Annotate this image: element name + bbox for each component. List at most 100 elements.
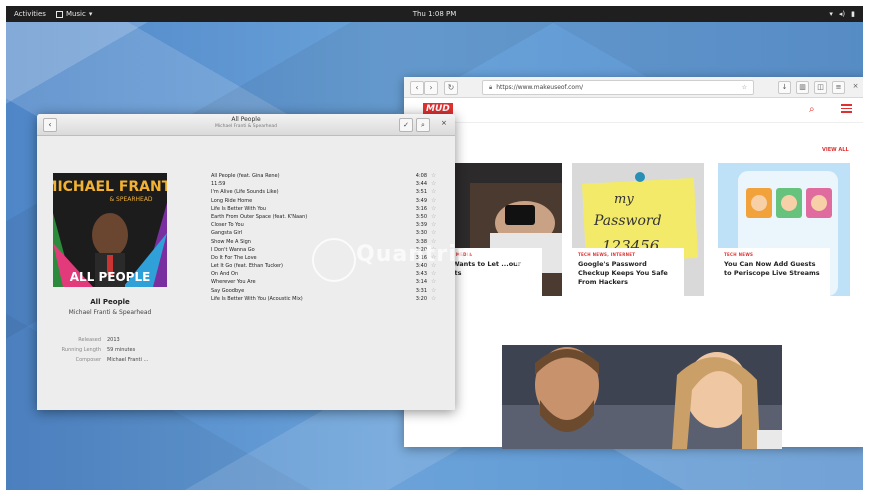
network-icon[interactable]: ▾: [829, 6, 833, 22]
track-title: All People (feat. Gina Rene): [211, 173, 280, 179]
star-icon[interactable]: ☆: [431, 270, 436, 278]
track-duration: 3:30: [415, 230, 427, 237]
track-title: Show Me A Sign: [211, 238, 251, 245]
track-row[interactable]: 11:59 3:44 ☆: [211, 180, 443, 188]
track-row[interactable]: Gangsta Girl 3:30 ☆: [211, 229, 443, 237]
track-title: Long Ride Home: [211, 197, 253, 204]
meta-label: Composer: [75, 357, 101, 363]
library-icon[interactable]: ▥: [796, 81, 809, 94]
music-header-bar: ‹ All People Michael Franti & Spearhead …: [37, 114, 455, 136]
track-duration: 3:51: [415, 189, 427, 196]
article-card[interactable]: TECH NEWS You Can Now Add Guests to Peri…: [718, 163, 850, 296]
cover-album-text: ALL PEOPLE: [70, 270, 151, 284]
top-bar: Activities Music ▾ Thu 1:08 PM ▾ ◂) ▮: [6, 6, 863, 22]
star-icon[interactable]: ☆: [431, 180, 436, 188]
view-all-link[interactable]: VIEW ALL: [822, 147, 849, 153]
volume-icon[interactable]: ◂): [839, 6, 845, 22]
couple-photo: [502, 345, 782, 449]
meta-label: Running Length: [61, 347, 101, 353]
meta-value: Michael Franti ...: [107, 357, 149, 363]
track-title: Life Is Better With You (Acoustic Mix): [211, 295, 303, 302]
cover-artist-text: MICHAEL FRANTI: [53, 179, 167, 195]
track-row[interactable]: Long Ride Home 3:49 ☆: [211, 197, 443, 205]
track-duration: 3:20: [415, 295, 427, 302]
track-title: Say Goodbye: [211, 287, 245, 294]
menu-icon[interactable]: ≡: [832, 81, 845, 94]
meta-value: 59 minutes: [107, 347, 136, 353]
search-button[interactable]: ⌕: [416, 118, 430, 132]
album-art: MICHAEL FRANTI & SPEARHEAD ALL PEOPLE: [53, 173, 167, 287]
track-list: All People (feat. Gina Rene) 4:08 ☆ 11:59 3…: [211, 172, 443, 303]
cover-band-text: & SPEARHEAD: [109, 196, 152, 203]
bookmark-star-icon[interactable]: ☆: [742, 81, 747, 94]
track-title: Do It For The Love: [211, 254, 257, 261]
track-row[interactable]: Earth From Outer Space (feat. K'Naan) 3:5…: [211, 213, 443, 221]
site-menu-icon[interactable]: [841, 104, 852, 113]
sidebar-icon[interactable]: ◫: [814, 81, 827, 94]
lock-icon: 🔒︎: [489, 84, 493, 91]
card-title: You Can Now Add Guests to Periscope Live…: [724, 260, 820, 277]
track-row[interactable]: Life Is Better With You 3:16 ☆: [211, 205, 443, 213]
track-duration: 3:39: [415, 222, 427, 229]
select-button[interactable]: ✓: [399, 118, 413, 132]
star-icon[interactable]: ☆: [431, 197, 436, 205]
forward-button[interactable]: ›: [424, 81, 438, 95]
track-title: Gangsta Girl: [211, 230, 243, 237]
track-title: On And On: [211, 271, 239, 278]
track-duration: 4:08: [415, 173, 427, 179]
track-duration: 3:50: [415, 213, 427, 220]
star-icon[interactable]: ☆: [431, 287, 436, 295]
track-row[interactable]: Life Is Better With You (Acoustic Mix) 3:…: [211, 295, 443, 303]
card-category: TECH NEWS, INTERNET: [578, 252, 636, 257]
track-title: 11:59: [211, 181, 226, 188]
star-icon[interactable]: ☆: [431, 221, 436, 229]
star-icon[interactable]: ☆: [431, 278, 436, 286]
note-word-my: my: [614, 192, 634, 207]
battery-icon[interactable]: ▮: [851, 6, 855, 22]
close-icon[interactable]: ×: [441, 119, 447, 127]
star-icon[interactable]: ☆: [431, 213, 436, 221]
track-title: Earth From Outer Space (feat. K'Naan): [211, 213, 308, 220]
track-row[interactable]: Say Goodbye 3:31 ☆: [211, 287, 443, 295]
star-icon[interactable]: ☆: [431, 172, 436, 180]
album-cover: MICHAEL FRANTI & SPEARHEAD ALL PEOPLE: [53, 173, 167, 287]
track-duration: 3:31: [415, 287, 427, 294]
note-word-password: Password: [593, 213, 662, 229]
watermark-text: Quantrimang: [356, 242, 530, 267]
close-icon[interactable]: ×: [850, 81, 861, 92]
watermark-bulb-icon: [312, 238, 356, 282]
header-title: All People: [231, 116, 261, 123]
track-duration: 3:14: [415, 279, 427, 286]
clock[interactable]: Thu 1:08 PM: [6, 6, 863, 22]
back-button[interactable]: ‹: [410, 81, 424, 95]
desktop: Activities Music ▾ Thu 1:08 PM ▾ ◂) ▮ ‹ …: [6, 6, 863, 490]
star-icon[interactable]: ☆: [431, 205, 436, 213]
url-text: https://www.makeuseof.com/: [496, 84, 583, 91]
article-card[interactable]: my Password 123456 TECH NEWS, INTERNET G…: [572, 163, 704, 296]
site-search-icon[interactable]: ⌕: [809, 104, 815, 115]
track-title: I'm Alive (Life Sounds Like): [211, 189, 279, 196]
reload-button[interactable]: ↻: [444, 81, 458, 95]
featured-article-image[interactable]: [502, 345, 782, 449]
album-artist: Michael Franti & Spearhead: [68, 309, 152, 316]
meta-value: 2013: [107, 337, 120, 343]
url-bar[interactable]: 🔒︎ https://www.makeuseof.com/ ☆: [482, 80, 754, 95]
site-header: MUD ⌕: [404, 98, 863, 123]
header-subtitle: Michael Franti & Spearhead: [214, 124, 277, 129]
track-row[interactable]: I'm Alive (Life Sounds Like) 3:51 ☆: [211, 188, 443, 196]
track-row[interactable]: All People (feat. Gina Rene) 4:08 ☆: [211, 172, 443, 180]
star-icon[interactable]: ☆: [431, 229, 436, 237]
track-title: Let It Go (feat. Ethan Tucker): [211, 263, 283, 270]
star-icon[interactable]: ☆: [431, 295, 436, 303]
track-title: Wherever You Are: [211, 279, 256, 286]
meta-label: Released: [78, 337, 101, 343]
browser-toolbar: ‹ › ↻ 🔒︎ https://www.makeuseof.com/ ☆ ↓ ▥…: [404, 77, 863, 98]
download-icon[interactable]: ↓: [778, 81, 791, 94]
album-title: All People: [90, 298, 130, 306]
track-duration: 3:16: [415, 205, 427, 212]
track-title: Closer To You: [211, 222, 244, 229]
track-row[interactable]: Closer To You 3:39 ☆: [211, 221, 443, 229]
card-category: TECH NEWS: [724, 252, 754, 257]
star-icon[interactable]: ☆: [431, 188, 436, 196]
track-duration: 3:44: [415, 181, 427, 188]
